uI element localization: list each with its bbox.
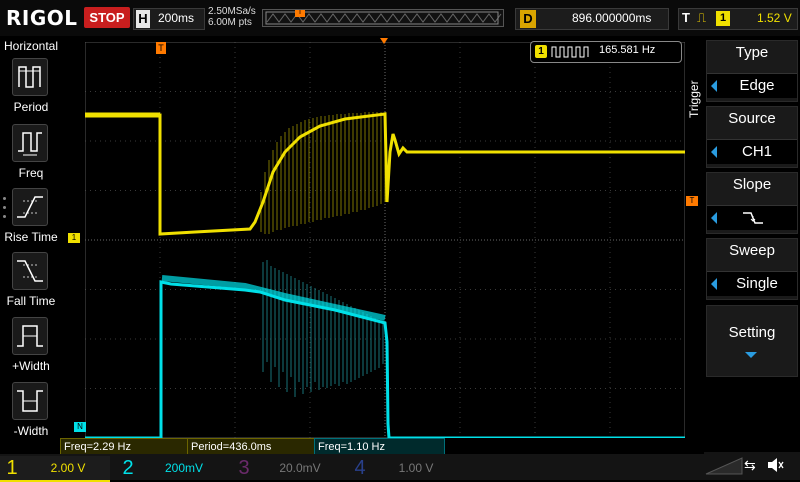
- delay-box[interactable]: D 896.000000ms: [515, 8, 669, 30]
- frequency-counter: 1 165.581 Hz: [530, 41, 682, 63]
- left-arrow-icon: [711, 146, 717, 158]
- ch1-number: 1: [6, 457, 18, 479]
- trigger-sweep-button[interactable]: Sweep Single: [706, 238, 798, 300]
- trigger-source-button[interactable]: Source CH1: [706, 106, 798, 168]
- trigger-position-marker: T: [295, 10, 305, 17]
- measure-positive-width-label: +Width: [12, 359, 50, 373]
- center-position-arrow-icon: [380, 38, 388, 44]
- ch2-scale: 200mV: [164, 461, 204, 475]
- sample-rate-info: 2.50MSa/s 6.00M pts: [208, 6, 256, 28]
- ch2-number: 2: [122, 457, 134, 479]
- trigger-menu-title: Trigger: [687, 60, 702, 120]
- ch3-scale: 20.0mV: [279, 461, 321, 475]
- brand-logo: RIGOL: [6, 6, 78, 30]
- falling-edge-slope-icon: [743, 212, 763, 224]
- speaker-mute-icon[interactable]: [766, 457, 784, 473]
- sample-rate: 2.50MSa/s: [208, 6, 256, 17]
- measure-period-label: Period: [13, 100, 49, 114]
- ch1-offset-marker[interactable]: 1: [68, 233, 80, 243]
- counter-channel-badge: 1: [535, 45, 547, 58]
- measure-fall-time-button[interactable]: Fall Time: [0, 252, 62, 314]
- trigger-type-button[interactable]: Type Edge: [706, 40, 798, 102]
- memory-depth: 6.00M pts: [208, 17, 252, 28]
- frequency-icon: [12, 124, 48, 162]
- signal-strength-icon: [705, 457, 743, 475]
- square-wave-icon: [551, 46, 589, 58]
- trigger-level-value: 1.52 V: [757, 11, 792, 25]
- usb-icon: ⇆: [744, 457, 756, 473]
- left-arrow-icon: [711, 212, 717, 224]
- trigger-sweep-title: Sweep: [729, 242, 775, 259]
- positive-width-icon: [12, 317, 48, 355]
- fall-time-icon: [12, 252, 48, 290]
- trigger-type-title: Type: [735, 44, 769, 61]
- left-arrow-icon: [711, 80, 717, 92]
- waveform-display[interactable]: [85, 42, 685, 438]
- ch4-number: 4: [354, 457, 366, 479]
- falling-edge-icon: ⎍: [697, 10, 707, 25]
- run-stop-status[interactable]: STOP: [84, 7, 130, 28]
- measure-negative-width-button[interactable]: -Width: [0, 382, 62, 444]
- trigger-type-value: Edge: [739, 77, 775, 94]
- measure-category-title: Horizontal: [3, 39, 59, 53]
- horizontal-timebase-box[interactable]: H 200ms: [133, 8, 205, 30]
- waveform-position-bar[interactable]: T: [262, 9, 504, 27]
- trigger-source-title: Source: [728, 110, 776, 127]
- trigger-level-marker[interactable]: T: [686, 196, 698, 206]
- delay-value: 896.000000ms: [572, 11, 652, 25]
- ch4-scale: 1.00 V: [398, 461, 434, 475]
- ch2-offset-marker[interactable]: N: [74, 422, 86, 432]
- measure-freq-button[interactable]: Freq: [0, 124, 62, 186]
- measure-freq-label: Freq: [18, 166, 44, 180]
- svg-text:Trigger: Trigger: [688, 80, 701, 118]
- trigger-position-marker-grid[interactable]: T: [156, 42, 166, 54]
- period-icon: [12, 58, 48, 96]
- horizontal-key: H: [136, 10, 150, 28]
- left-arrow-icon: [711, 278, 717, 290]
- ch3-number: 3: [238, 457, 250, 479]
- trigger-sweep-value: Single: [736, 275, 778, 292]
- system-status-area: ⇆: [704, 452, 800, 480]
- trigger-setting-button[interactable]: Setting: [706, 305, 798, 377]
- measure-rise-time-label: Rise Time: [4, 230, 58, 244]
- ch1-status-tab[interactable]: 1 2.00 V: [0, 456, 110, 482]
- measure-period-button[interactable]: Period: [0, 58, 62, 120]
- rise-time-icon: [12, 188, 48, 226]
- trigger-key: T: [682, 10, 690, 25]
- trigger-channel-badge: 1: [716, 11, 730, 26]
- timebase-value: 200ms: [158, 11, 195, 25]
- trigger-setting-title: Setting: [728, 324, 776, 341]
- counter-value: 165.581 Hz: [599, 44, 656, 56]
- ch3-status-tab[interactable]: 3 20.0mV: [232, 456, 342, 480]
- ch4-status-tab[interactable]: 4 1.00 V: [348, 456, 458, 480]
- delay-key: D: [520, 10, 536, 28]
- negative-width-icon: [12, 382, 48, 420]
- measure-rise-time-button[interactable]: Rise Time: [0, 188, 62, 250]
- measure-fall-time-label: Fall Time: [6, 294, 56, 308]
- trigger-slope-button[interactable]: Slope: [706, 172, 798, 234]
- trigger-source-value: CH1: [741, 143, 772, 160]
- measure-positive-width-button[interactable]: +Width: [0, 317, 62, 379]
- measure-negative-width-label: -Width: [13, 424, 49, 438]
- ch1-scale: 2.00 V: [50, 461, 86, 475]
- trigger-slope-title: Slope: [732, 176, 772, 193]
- ch2-status-tab[interactable]: 2 200mV: [116, 456, 226, 480]
- trigger-status-box[interactable]: T ⎍ 1 1.52 V: [678, 8, 798, 30]
- chevron-down-icon: [745, 352, 757, 358]
